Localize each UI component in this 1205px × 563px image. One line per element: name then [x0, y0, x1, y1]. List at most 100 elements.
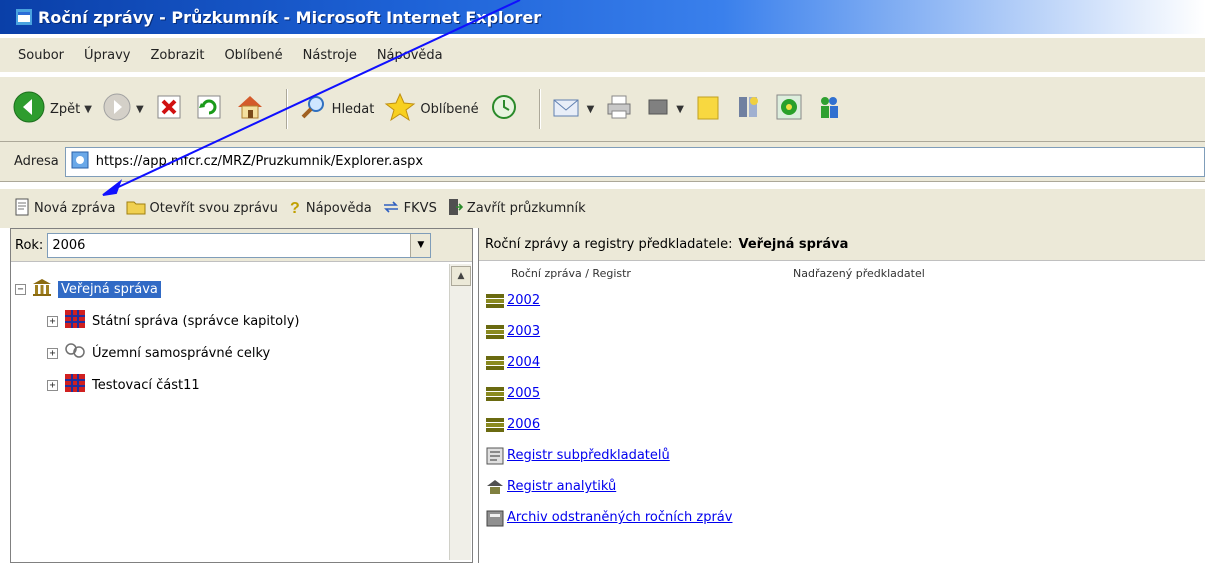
list-item: Registr subpředkladatelů — [485, 440, 1205, 471]
collapse-icon[interactable]: − — [15, 283, 26, 295]
subsubmitter-registry-link[interactable]: Registr subpředkladatelů — [507, 448, 670, 463]
year-select[interactable]: 2006 ▼ — [47, 232, 432, 258]
favorites-button[interactable]: Oblíbené — [384, 85, 479, 133]
exit-icon — [447, 198, 463, 220]
scroll-up-icon[interactable]: ▲ — [451, 266, 471, 286]
column-parent[interactable]: Nadřazený předkladatel — [793, 267, 925, 280]
chevron-down-icon[interactable]: ▼ — [410, 233, 431, 257]
list-item: 2002 — [485, 285, 1205, 316]
reports-list: 2002 2003 2004 2005 2006 Registr subpřed… — [479, 285, 1205, 533]
report-link-2002[interactable]: 2002 — [507, 293, 540, 308]
organization-tree: − Veřejná správa + Státní správa (správc… — [15, 273, 445, 401]
messenger-button[interactable] — [774, 85, 804, 133]
year-label: Rok: — [15, 237, 44, 253]
deleted-reports-archive-link[interactable]: Archiv odstraněných ročních zpráv — [507, 510, 732, 525]
menu-tools[interactable]: Nástroje — [303, 48, 357, 63]
tree-node-municipal[interactable]: + Územní samosprávné celky — [47, 337, 445, 369]
stop-button[interactable] — [154, 85, 184, 133]
swap-arrows-icon — [382, 200, 400, 218]
tree-label-municipal: Územní samosprávné celky — [92, 345, 271, 361]
report-link-2006[interactable]: 2006 — [507, 417, 540, 432]
people-icon — [814, 92, 844, 126]
report-stack-icon — [485, 353, 505, 373]
tree-node-state[interactable]: + Státní správa (správce kapitoly) — [47, 305, 445, 337]
column-report[interactable]: Roční zpráva / Registr — [511, 267, 793, 280]
chevron-down-icon[interactable]: ▼ — [676, 104, 684, 115]
analytics-registry-link[interactable]: Registr analytiků — [507, 479, 616, 494]
discuss-button[interactable] — [694, 85, 724, 133]
star-icon — [384, 91, 416, 127]
home-button[interactable] — [234, 85, 266, 133]
fkvs-button[interactable]: FKVS — [382, 200, 437, 218]
tree-node-test[interactable]: + Testovací část11 — [47, 369, 445, 401]
help-button[interactable]: ? Nápověda — [288, 198, 372, 220]
svg-text:?: ? — [290, 200, 300, 216]
back-button[interactable]: Zpět ▼ — [12, 85, 92, 133]
open-report-button[interactable]: Otevřít svou zprávu — [126, 199, 278, 219]
report-link-2003[interactable]: 2003 — [507, 324, 540, 339]
expand-icon[interactable]: + — [47, 379, 58, 391]
grid-flag-icon — [64, 309, 86, 333]
menu-favorites[interactable]: Oblíbené — [224, 48, 282, 63]
address-input[interactable] — [95, 154, 796, 169]
expand-icon[interactable]: + — [47, 347, 58, 359]
history-button[interactable] — [489, 85, 519, 133]
print-button[interactable] — [604, 85, 634, 133]
reports-header-label: Roční zprávy a registry předkladatele: — [485, 236, 733, 252]
stop-icon — [154, 92, 184, 126]
year-row: Rok: 2006 ▼ — [11, 229, 472, 262]
archive-icon — [485, 508, 505, 528]
list-item: 2003 — [485, 316, 1205, 347]
refresh-icon — [194, 92, 224, 126]
favorites-label: Oblíbené — [420, 101, 479, 117]
tree-node-root[interactable]: − Veřejná správa — [15, 273, 445, 305]
reports-header: Roční zprávy a registry předkladatele: V… — [479, 228, 1205, 261]
open-report-label: Otevřít svou zprávu — [149, 201, 278, 216]
report-stack-icon — [485, 291, 505, 311]
page-icon — [70, 150, 90, 174]
menu-view[interactable]: Zobrazit — [150, 48, 204, 63]
menu-bar: Soubor Úpravy Zobrazit Oblíbené Nástroje… — [0, 38, 1205, 72]
back-label: Zpět — [50, 101, 81, 117]
list-item: 2005 — [485, 378, 1205, 409]
flower-icon — [774, 92, 804, 126]
extra-button[interactable] — [814, 85, 844, 133]
tree-scrollbar[interactable]: ▲ — [449, 264, 471, 560]
help-icon: ? — [288, 198, 302, 220]
chevron-down-icon[interactable]: ▼ — [136, 104, 144, 115]
tree-label-root: Veřejná správa — [58, 280, 161, 298]
search-button[interactable]: Hledat — [298, 85, 374, 133]
tree-label-test: Testovací část11 — [92, 377, 200, 393]
grid-flag-icon — [64, 373, 86, 397]
expand-icon[interactable]: + — [47, 315, 58, 327]
chevron-down-icon[interactable]: ▼ — [84, 104, 92, 115]
address-field[interactable] — [64, 146, 1205, 177]
home-icon — [234, 91, 266, 127]
new-report-label: Nová zpráva — [34, 201, 116, 216]
registry-icon — [485, 446, 505, 466]
bank-building-icon — [32, 277, 52, 301]
address-bar: Adresa — [0, 142, 1205, 182]
printer-icon — [604, 92, 634, 126]
report-link-2004[interactable]: 2004 — [507, 355, 540, 370]
menu-edit[interactable]: Úpravy — [84, 48, 130, 63]
open-folder-icon — [126, 199, 146, 219]
refresh-button[interactable] — [194, 85, 224, 133]
list-item: Archiv odstraněných ročních zpráv — [485, 502, 1205, 533]
mail-button[interactable]: ▼ — [551, 85, 595, 133]
menu-help[interactable]: Nápověda — [377, 48, 443, 63]
reports-header-value: Veřejná správa — [738, 236, 849, 252]
report-link-2005[interactable]: 2005 — [507, 386, 540, 401]
chevron-down-icon[interactable]: ▼ — [587, 104, 595, 115]
forward-button[interactable]: ▼ — [102, 85, 144, 133]
history-icon — [489, 92, 519, 126]
list-item: 2006 — [485, 409, 1205, 440]
mail-icon — [551, 92, 583, 126]
new-report-button[interactable]: Nová zpráva — [14, 198, 116, 220]
research-button[interactable] — [734, 85, 764, 133]
edit-button[interactable]: ▼ — [644, 85, 684, 133]
menu-file[interactable]: Soubor — [18, 48, 64, 63]
close-explorer-button[interactable]: Zavřít průzkumník — [447, 198, 586, 220]
report-stack-icon — [485, 384, 505, 404]
list-item: 2004 — [485, 347, 1205, 378]
